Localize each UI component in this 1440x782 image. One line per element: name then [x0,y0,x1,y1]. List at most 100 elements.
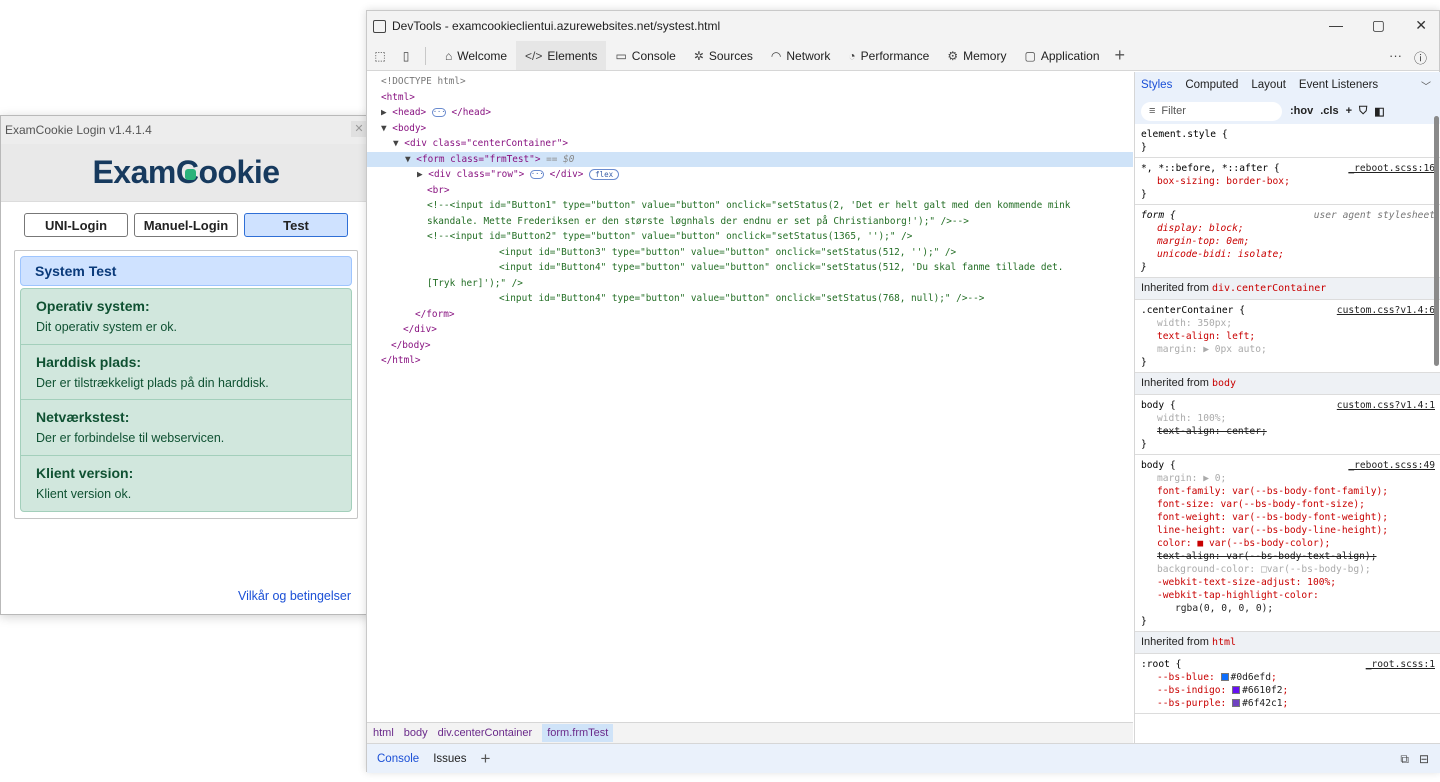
css-property[interactable]: --bs-purple: #6f42c1; [1141,697,1435,710]
tab-sources[interactable]: ✲ Sources [685,41,762,70]
toggle-sidebar-icon[interactable]: ◧ [1374,105,1384,118]
cls-toggle[interactable]: .cls [1320,105,1338,117]
dom-node[interactable]: </body> [367,338,1133,354]
tab-layout[interactable]: Layout [1251,79,1286,91]
terms-link[interactable]: Vilkår og betingelser [238,589,351,603]
hov-toggle[interactable]: :hov [1290,105,1313,117]
style-rule[interactable]: form { user agent stylesheet display: bl… [1135,205,1440,278]
css-property[interactable]: -webkit-tap-highlight-color: [1141,589,1435,602]
dom-node[interactable]: <!DOCTYPE html> [367,74,1133,90]
rule-source-link[interactable]: _reboot.scss:49 [1348,459,1435,472]
css-property[interactable]: margin: ▶ 0; [1141,472,1435,485]
dom-comment[interactable]: <input id="Button3" type="button" value=… [367,245,1133,261]
rule-source-link[interactable]: _root.scss:1 [1366,658,1435,671]
dom-node[interactable]: <br> [367,183,1133,199]
close-drawer-icon[interactable]: ⊟ [1419,752,1429,767]
css-property[interactable]: -webkit-text-size-adjust: 100%; [1141,576,1435,589]
dom-node[interactable]: ▶ <div class="row"> ··· </div> flex [367,167,1133,183]
filter-input[interactable]: ≡ Filter [1141,101,1282,121]
new-rule-icon[interactable]: + [1346,105,1352,117]
dom-comment[interactable]: skandale. Mette Frederiksen er den størs… [367,214,1133,230]
examcookie-titlebar[interactable]: ExamCookie Login v1.4.1.4 ✕ [1,116,371,144]
close-icon[interactable]: ✕ [1415,17,1427,34]
css-property[interactable]: font-family: var(--bs-body-font-family); [1141,485,1435,498]
dom-node[interactable]: </html> [367,353,1133,369]
css-property[interactable]: text-align: var(--bs-body-text-align); [1141,550,1435,563]
dom-node[interactable]: </div> [367,322,1133,338]
dom-comment[interactable]: <input id="Button4" type="button" value=… [367,291,1133,307]
drawer-tab-console[interactable]: Console [377,753,419,765]
css-property[interactable]: margin: ▶ 0px auto; [1141,343,1435,356]
css-property[interactable]: background-color: □var(--bs-body-bg); [1141,563,1435,576]
dom-node-selected[interactable]: ▼ <form class="frmTest"> == $0 [367,151,1133,167]
rule-source-link[interactable]: custom.css?v1.4:6 [1337,304,1435,317]
device-toolbar-icon[interactable]: ▯ [399,49,413,63]
tab-welcome[interactable]: ⌂ Welcome [436,41,516,70]
inherited-ref[interactable]: div.centerContainer [1212,283,1326,294]
css-property[interactable]: width: 100%; [1141,412,1435,425]
close-icon[interactable]: ✕ [351,121,367,137]
dom-node[interactable]: </form> [367,307,1133,323]
add-drawer-tab-icon[interactable]: + [480,749,490,769]
css-property[interactable]: text-align: left; [1141,330,1435,343]
dom-node[interactable]: ▶ <head> ··· </head> [367,105,1133,121]
chevron-down-icon[interactable]: ﹀ [1421,78,1431,93]
tab-console[interactable]: ▭ Console [606,41,684,70]
css-property[interactable]: rgba(0, 0, 0, 0); [1141,602,1435,615]
dom-node[interactable]: ▼ <body> [367,121,1133,137]
styles-scrollbar[interactable] [1434,116,1439,366]
css-property[interactable]: text-align: center; [1141,425,1435,438]
rule-source-link[interactable]: custom.css?v1.4:1 [1337,399,1435,412]
tab-test[interactable]: Test [244,213,348,237]
dom-comment[interactable]: <input id="Button4" type="button" value=… [367,260,1133,276]
css-property[interactable]: font-weight: var(--bs-body-font-weight); [1141,511,1435,524]
css-property[interactable]: line-height: var(--bs-body-line-height); [1141,524,1435,537]
dom-comment[interactable]: [Tryk her]');" /> [367,276,1133,292]
style-rule[interactable]: *, *::before, *::after { _reboot.scss:16… [1135,158,1440,205]
dom-comment[interactable]: <!--<input id="Button2" type="button" va… [367,229,1133,245]
tab-uni-login[interactable]: UNI-Login [24,213,128,237]
style-rule[interactable]: element.style { } [1135,124,1440,158]
inspect-icon[interactable]: ⬚ [373,49,387,63]
tab-manuel-login[interactable]: Manuel-Login [134,213,238,237]
css-property[interactable]: --bs-blue: #0d6efd; [1141,671,1435,684]
tab-performance[interactable]: ◔ Performance [839,41,938,70]
breadcrumb-form[interactable]: form.frmTest [542,724,614,742]
css-property[interactable]: margin-top: 0em; [1141,235,1435,248]
tab-computed[interactable]: Computed [1185,79,1238,91]
rule-source-link[interactable]: _reboot.scss:16 [1348,162,1435,175]
tab-network[interactable]: ◠ Network [762,41,840,70]
css-property[interactable]: font-size: var(--bs-body-font-size); [1141,498,1435,511]
tab-event-listeners[interactable]: Event Listeners [1299,79,1378,91]
breadcrumb-div[interactable]: div.centerContainer [438,727,533,739]
more-options-icon[interactable]: ··· [1389,48,1402,67]
tab-elements[interactable]: </> Elements [516,41,607,70]
css-property[interactable]: width: 350px; [1141,317,1435,330]
add-tab-icon[interactable]: + [1109,45,1132,66]
color-swatch[interactable] [1232,699,1241,707]
maximize-icon[interactable]: ▢ [1372,17,1385,34]
flex-badge[interactable]: flex [589,169,620,180]
style-rule[interactable]: :root { _root.scss:1 --bs-blue: #0d6efd;… [1135,654,1440,714]
ellipsis-icon[interactable]: ··· [431,108,446,117]
inherited-ref[interactable]: html [1212,637,1236,648]
help-icon[interactable]: ⓘ [1414,48,1427,67]
style-rule[interactable]: body { custom.css?v1.4:1 width: 100%; te… [1135,395,1440,455]
style-rule[interactable]: body { _reboot.scss:49 margin: ▶ 0; font… [1135,455,1440,632]
css-property[interactable]: display: block; [1141,222,1435,235]
tab-application[interactable]: ▢ Application [1015,41,1108,70]
css-property[interactable]: color: ■ var(--bs-body-color); [1141,537,1435,550]
css-property[interactable]: --bs-indigo: #6610f2; [1141,684,1435,697]
breadcrumb-html[interactable]: html [373,727,394,739]
minimize-icon[interactable]: — [1329,17,1343,33]
dom-node[interactable]: ▼ <div class="centerContainer"> [367,136,1133,152]
breadcrumb-body[interactable]: body [404,727,428,739]
inherited-ref[interactable]: body [1212,378,1236,389]
dom-comment[interactable]: <!--<input id="Button1" type="button" va… [367,198,1133,214]
style-rule[interactable]: .centerContainer { custom.css?v1.4:6 wid… [1135,300,1440,373]
color-swatch[interactable] [1220,673,1229,681]
drawer-tab-issues[interactable]: Issues [433,753,466,765]
css-property[interactable]: box-sizing: border-box; [1141,175,1435,188]
tab-styles[interactable]: Styles [1141,79,1172,91]
tab-memory[interactable]: ⚙ Memory [938,41,1015,70]
